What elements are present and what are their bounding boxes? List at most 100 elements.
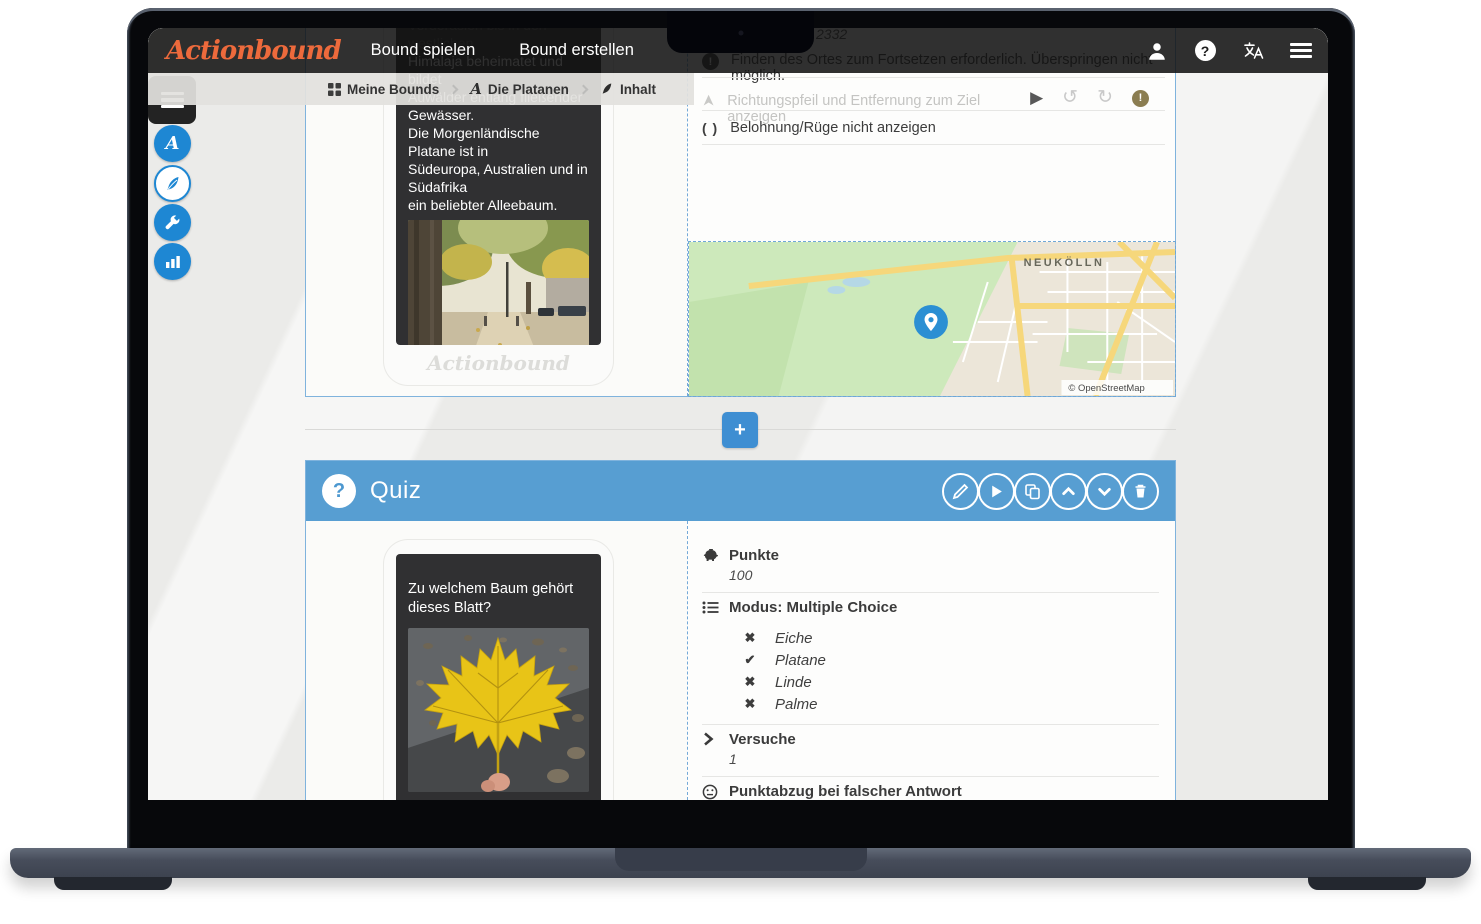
breadcrumb-die-platanen[interactable]: A Die Platanen: [470, 80, 569, 98]
nav-item-bound-spielen[interactable]: Bound spielen: [371, 41, 476, 60]
attempts-row: Versuche 1: [702, 725, 1161, 776]
chevron-right-icon: [702, 732, 714, 751]
feather-icon: [164, 175, 182, 193]
points-row: Punkte 100: [702, 541, 1161, 592]
penalty-row: Punktabzug bei falscher Antwort 10: [702, 777, 1161, 800]
play-preview-button[interactable]: [978, 473, 1015, 510]
answer-option-wrong: ✖ Palme: [742, 693, 1161, 715]
phone-text-line: Südeuropa, Australien und in Südafrika: [408, 160, 589, 196]
translate-icon[interactable]: [1242, 40, 1264, 62]
phone-text-line: Die Morgenländische Platane ist in: [408, 124, 589, 160]
quiz-body: Zu welchem Baum gehört dieses Blatt?: [306, 521, 1175, 800]
setting-no-reward: ( ) Belohnung/Rüge nicht anzeigen: [702, 120, 1165, 136]
preview-play-icon[interactable]: ▶: [1030, 88, 1043, 108]
add-element-button[interactable]: +: [722, 412, 758, 448]
duplicate-button[interactable]: [1014, 473, 1051, 510]
breadcrumb-meine-bounds[interactable]: Meine Bounds: [328, 82, 439, 97]
breadcrumb-label: Die Platanen: [488, 82, 569, 97]
parentheses-icon: ( ): [702, 120, 718, 136]
check-icon: ✔: [742, 652, 758, 668]
option-label: Eiche: [775, 630, 813, 647]
leaf-photo: [408, 628, 589, 792]
points-label: Punkte: [729, 547, 1161, 564]
bar-chart-icon: [165, 254, 181, 269]
laptop-base-notch: [615, 848, 867, 871]
phone-preview-quiz: Zu welchem Baum gehört dieses Blatt?: [384, 540, 613, 800]
camera-dot: [738, 31, 743, 36]
attempts-value: 1: [729, 751, 1161, 767]
redo-icon[interactable]: ↻: [1097, 86, 1113, 109]
actionbound-logo[interactable]: Actionbound: [166, 36, 341, 66]
attempts-label: Versuche: [729, 731, 1161, 748]
location-settings-panel: 2332 ! Finden des Ortes zum Fortsetzen e…: [687, 28, 1175, 396]
tree-alley-photo: [408, 220, 589, 345]
navbar-menu-icon[interactable]: [1290, 40, 1312, 62]
cross-icon: ✖: [742, 696, 758, 712]
phone-text-line: ein beliebter Alleebaum.: [408, 196, 589, 214]
nav-item-bound-erstellen[interactable]: Bound erstellen: [519, 41, 634, 60]
chevron-separator-icon: [449, 84, 459, 94]
map-attribution: © OpenStreetMap: [1068, 383, 1144, 394]
map-widget[interactable]: NEUKÖLLN © OpenStreetMap: [688, 241, 1176, 397]
quiz-question-text: Zu welchem Baum gehört dieses Blatt?: [408, 580, 589, 618]
camera-notch: [667, 11, 814, 53]
bound-a-icon: A: [166, 133, 180, 154]
bound-a-icon: A: [470, 80, 482, 98]
map-place-label: NEUKÖLLN: [1024, 256, 1105, 269]
breadcrumb-inhalt[interactable]: Inhalt: [600, 82, 656, 97]
laptop-base: [10, 848, 1471, 878]
element-action-icons: ▶ ↺ ↻ !: [1030, 86, 1149, 109]
answer-option-correct: ✔ Platane: [742, 649, 1161, 671]
move-down-button[interactable]: [1086, 473, 1123, 510]
mode-label: Modus: Multiple Choice: [729, 599, 1161, 616]
divider: [702, 77, 1165, 78]
piggy-bank-icon: [702, 548, 720, 568]
quiz-question-icon: ?: [322, 474, 356, 508]
grid-icon: [328, 83, 341, 96]
warning-circle-icon[interactable]: !: [1132, 90, 1149, 107]
divider: [702, 110, 1165, 111]
sidebar-stats-button[interactable]: [154, 243, 191, 280]
setting-text: Belohnung/Rüge nicht anzeigen: [730, 120, 936, 136]
quiz-header: ? Quiz: [306, 461, 1175, 521]
breadcrumb-label: Inhalt: [620, 82, 656, 97]
sidebar-settings-button[interactable]: [154, 204, 191, 241]
user-icon[interactable]: [1146, 40, 1168, 62]
phone-screen: Zu welchem Baum gehört dieses Blatt?: [396, 554, 601, 800]
actionbound-watermark: Actionbound: [384, 351, 613, 375]
cross-icon: ✖: [742, 630, 758, 646]
chevron-separator-icon: [578, 84, 588, 94]
wrench-icon: [164, 214, 181, 231]
meh-face-icon: [702, 784, 718, 800]
quiz-action-buttons: [943, 473, 1159, 510]
element-card-quiz: ? Quiz: [305, 460, 1176, 800]
feather-icon: [600, 82, 614, 96]
breadcrumb: Meine Bounds A Die Platanen Inhalt: [148, 73, 694, 105]
map-pin-marker[interactable]: [914, 305, 948, 339]
breadcrumb-label: Meine Bounds: [347, 82, 439, 97]
mode-row: Modus: Multiple Choice ✖ Eiche ✔ Platane: [702, 593, 1161, 724]
quiz-title: Quiz: [370, 477, 421, 505]
location-arrow-icon: [702, 93, 715, 108]
list-icon: [702, 600, 719, 620]
divider: [702, 144, 1165, 145]
move-up-button[interactable]: [1050, 473, 1087, 510]
delete-button[interactable]: [1122, 473, 1159, 510]
laptop-lid: Vorderasien bis in den westlichen Himala…: [127, 8, 1355, 850]
penalty-label: Punktabzug bei falscher Antwort: [729, 783, 1161, 800]
sidebar-content-button[interactable]: [154, 165, 191, 202]
answer-option-wrong: ✖ Eiche: [742, 627, 1161, 649]
sidebar-bound-button[interactable]: ? A: [154, 125, 191, 162]
laptop-foot: [54, 877, 172, 890]
option-label: Palme: [775, 696, 818, 713]
points-value: 100: [729, 567, 1161, 583]
cross-icon: ✖: [742, 674, 758, 690]
laptop-mockup: Vorderasien bis in den westlichen Himala…: [0, 0, 1481, 924]
option-label: Platane: [775, 652, 826, 669]
help-icon[interactable]: ?: [1194, 40, 1216, 62]
answer-option-wrong: ✖ Linde: [742, 671, 1161, 693]
edit-button[interactable]: [942, 473, 979, 510]
undo-icon[interactable]: ↺: [1062, 86, 1078, 109]
quiz-settings-panel: Punkte 100 Modus: Multiple Choice ✖: [687, 521, 1175, 800]
answer-options: ✖ Eiche ✔ Platane ✖ Linde: [729, 627, 1161, 715]
